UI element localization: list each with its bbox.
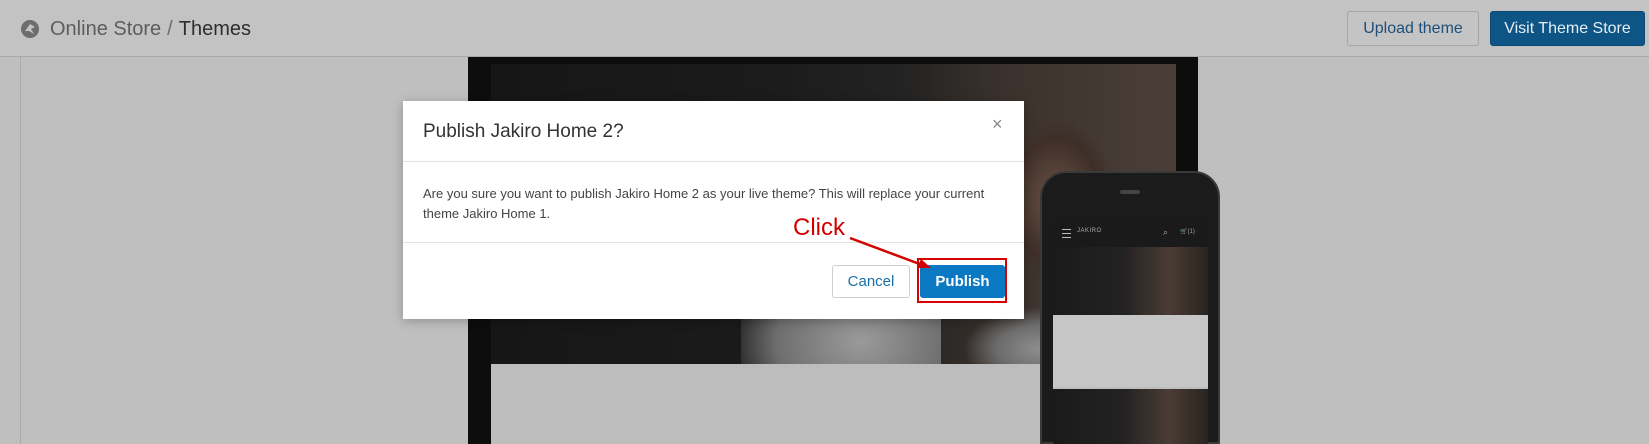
cancel-button[interactable]: Cancel bbox=[832, 265, 910, 298]
mobile-second-image bbox=[1053, 389, 1208, 444]
cart-icon: 🛒(1) bbox=[1180, 229, 1195, 235]
cart-count: (1) bbox=[1187, 229, 1195, 235]
phone-speaker bbox=[1120, 190, 1140, 194]
mobile-hero-image bbox=[1053, 247, 1208, 315]
annotation-click-label: Click bbox=[793, 214, 845, 241]
breadcrumb-themes: Themes bbox=[178, 18, 251, 40]
dialog-header: Publish Jakiro Home 2? × bbox=[403, 101, 1024, 162]
mobile-preview-screen: JAKIRO ⌕ 🛒(1) bbox=[1053, 221, 1208, 444]
annotation-highlight-box bbox=[917, 258, 1007, 303]
dialog-title: Publish Jakiro Home 2? bbox=[423, 121, 624, 142]
upload-theme-button[interactable]: Upload theme bbox=[1347, 11, 1479, 46]
mobile-brand: JAKIRO bbox=[1077, 228, 1102, 234]
breadcrumb-separator: / bbox=[167, 18, 173, 40]
online-store-icon bbox=[21, 20, 39, 38]
mobile-blank-section bbox=[1053, 315, 1208, 387]
breadcrumb: Online Store / Themes bbox=[50, 17, 251, 41]
search-icon: ⌕ bbox=[1163, 227, 1169, 237]
hamburger-icon bbox=[1062, 229, 1071, 238]
top-bar: Online Store / Themes Upload theme Visit T… bbox=[0, 0, 1649, 57]
close-icon[interactable]: × bbox=[992, 115, 1003, 133]
visit-theme-store-button[interactable]: Visit Theme Store bbox=[1490, 11, 1645, 46]
dialog-message: Are you sure you want to publish Jakiro … bbox=[423, 186, 985, 221]
breadcrumb-online-store[interactable]: Online Store bbox=[50, 18, 161, 40]
mobile-nav-bar: JAKIRO ⌕ 🛒(1) bbox=[1053, 221, 1208, 247]
